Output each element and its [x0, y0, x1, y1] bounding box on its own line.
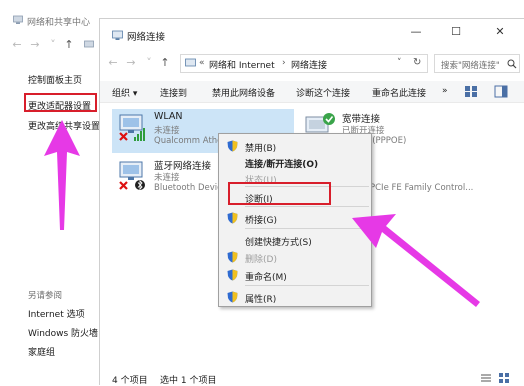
forward-icon[interactable]: → [28, 38, 42, 52]
pink-arrow-up-icon [44, 120, 80, 230]
connection-name: WLAN [154, 111, 183, 122]
bg-window-title: 网络和共享中心 [27, 18, 91, 28]
shield-icon [227, 140, 238, 152]
wifi-adapter-icon [119, 114, 145, 141]
back-icon[interactable]: ← [10, 38, 24, 52]
connection-device: Qualcomm Athe [154, 136, 223, 146]
see-also-label: 另请参阅 [28, 291, 63, 301]
breadcrumb-network-connections[interactable]: 网络连接 [291, 58, 327, 71]
command-toolbar: 组织 ▾ 连接到 禁用此网络设备 诊断这个连接 重命名此连接 » [100, 81, 524, 103]
selected-count: 选中 1 个项目 [160, 376, 217, 386]
breadcrumb-separator[interactable]: › [282, 58, 286, 68]
view-options-icon[interactable] [464, 85, 478, 98]
connection-status: 未连接 [154, 173, 180, 183]
connection-name: 宽带连接 [342, 114, 381, 125]
diagnose-highlight-box [228, 182, 331, 205]
up-icon[interactable]: ↑ [62, 38, 76, 52]
bg-titlebar: 网络和共享中心 [0, 0, 100, 30]
search-icon [507, 59, 517, 69]
menu-item-bridge[interactable]: 桥接(G) [245, 213, 277, 226]
forward-icon[interactable]: → [124, 56, 138, 70]
sidebar-link-windows-firewall[interactable]: Windows 防火墙 [28, 326, 98, 339]
shield-icon [227, 269, 238, 281]
menu-item-delete[interactable]: 删除(D) [245, 252, 277, 265]
connection-status: 未连接 [154, 126, 180, 136]
status-bar: 4 个项目 选中 1 个项目 [100, 371, 524, 386]
toolbar-diagnose-connection[interactable]: 诊断这个连接 [296, 86, 350, 99]
menu-item-rename[interactable]: 重命名(M) [245, 270, 287, 283]
menu-item-connect-disconnect[interactable]: 连接/断开连接(O) [245, 157, 318, 170]
connection-device: PCIe FE Family Control... [370, 183, 474, 193]
details-view-icon[interactable] [480, 372, 492, 384]
sidebar-link-homegroup[interactable]: 家庭组 [28, 345, 55, 358]
preview-pane-icon[interactable] [494, 85, 508, 98]
main-window-title: 网络连接 [127, 32, 166, 43]
address-bar[interactable]: « 网络和 Internet › 网络连接 ˅ ↻ [180, 54, 428, 73]
toolbar-organize[interactable]: 组织 ▾ [112, 86, 137, 99]
search-placeholder: 搜索"网络连接" [441, 61, 500, 71]
adapter-settings-highlight-box [24, 93, 97, 112]
context-menu: 禁用(B) 连接/断开连接(O) 状态(U) 诊断(I) 桥接(G) 创建快捷方… [218, 133, 372, 307]
sidebar-link-internet-options[interactable]: Internet 选项 [28, 307, 85, 320]
minimize-button[interactable]: — [400, 19, 432, 45]
main-titlebar: 网络连接 — ☐ ✕ [100, 19, 524, 49]
shield-icon [227, 251, 238, 263]
menu-item-create-shortcut[interactable]: 创建快捷方式(S) [245, 235, 312, 248]
pink-arrow-diagonal-icon [352, 214, 480, 307]
item-count: 4 个项目 [112, 376, 148, 386]
up-icon[interactable]: ↑ [158, 56, 172, 70]
bg-nav-bar: ← → ˅ ↑ [8, 38, 100, 54]
menu-separator [245, 228, 369, 229]
search-box[interactable]: 搜索"网络连接" [434, 54, 520, 73]
toolbar-disable-device[interactable]: 禁用此网络设备 [212, 86, 275, 99]
breadcrumb-overflow[interactable]: « [199, 58, 205, 68]
maximize-button[interactable]: ☐ [440, 19, 472, 45]
menu-separator [245, 206, 369, 207]
address-dropdown-icon[interactable]: ˅ [397, 58, 402, 68]
menu-item-properties[interactable]: 属性(R) [245, 292, 276, 305]
bluetooth-adapter-icon [119, 161, 145, 191]
menu-separator [245, 285, 369, 286]
breadcrumb-network-internet[interactable]: 网络和 Internet [209, 58, 275, 71]
recent-dropdown-icon[interactable]: ˅ [46, 38, 60, 52]
toolbar-rename-connection[interactable]: 重命名此连接 [372, 86, 426, 99]
sidebar-link-control-panel-home[interactable]: 控制面板主页 [28, 73, 82, 86]
network-connections-icon [112, 30, 123, 40]
connection-name: 蓝牙网络连接 [154, 161, 212, 172]
location-icon [84, 40, 94, 48]
toolbar-more[interactable]: » [442, 86, 448, 96]
connection-device: Bluetooth Devic [154, 183, 222, 193]
menu-item-disable[interactable]: 禁用(B) [245, 141, 276, 154]
location-icon [185, 58, 196, 67]
address-row: ← → ˅ ↑ « 网络和 Internet › 网络连接 ˅ ↻ 搜索"网络连… [100, 49, 524, 77]
refresh-icon[interactable]: ↻ [413, 57, 421, 68]
tiles-view-icon[interactable] [498, 372, 510, 384]
shield-icon [227, 291, 238, 303]
network-app-icon [13, 15, 23, 24]
toolbar-connect-to[interactable]: 连接到 [160, 86, 187, 99]
back-icon[interactable]: ← [106, 56, 120, 70]
shield-icon [227, 212, 238, 224]
recent-dropdown-icon[interactable]: ˅ [142, 56, 156, 70]
close-button[interactable]: ✕ [484, 19, 516, 45]
